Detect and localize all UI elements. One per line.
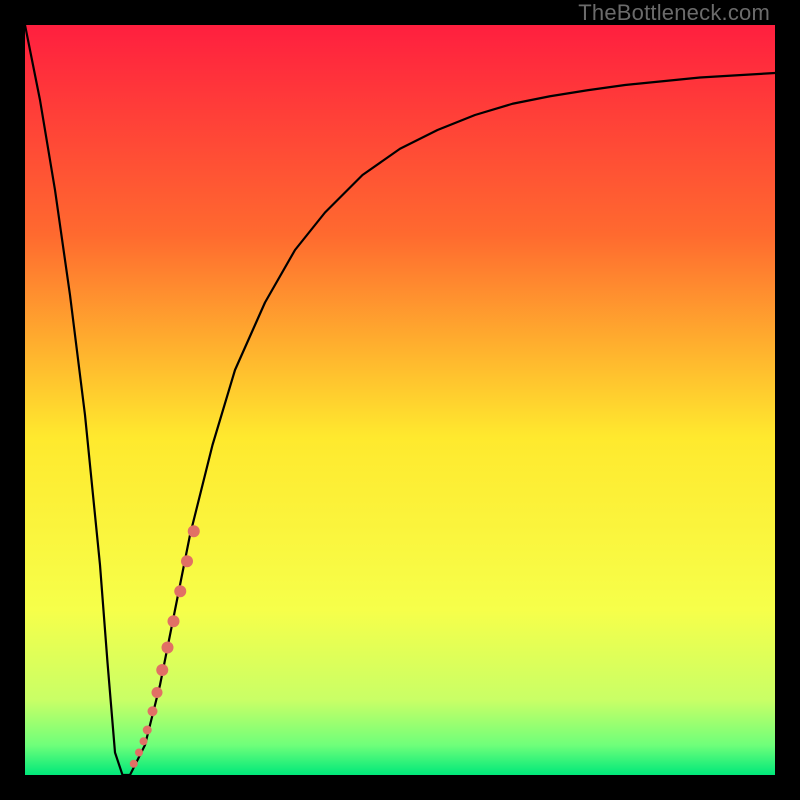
marker-dot xyxy=(162,642,174,654)
marker-dot xyxy=(156,664,168,676)
marker-dot xyxy=(130,760,138,768)
marker-dot xyxy=(135,749,143,757)
watermark-text: TheBottleneck.com xyxy=(578,0,770,26)
marker-dot xyxy=(152,687,163,698)
bottleneck-chart xyxy=(25,25,775,775)
marker-dot xyxy=(174,585,186,597)
chart-frame xyxy=(25,25,775,775)
marker-dot xyxy=(143,726,152,735)
marker-dot xyxy=(168,615,180,627)
gradient-background xyxy=(25,25,775,775)
marker-dot xyxy=(181,555,193,567)
marker-dot xyxy=(148,706,158,716)
marker-dot xyxy=(188,525,200,537)
marker-dot xyxy=(140,737,148,745)
